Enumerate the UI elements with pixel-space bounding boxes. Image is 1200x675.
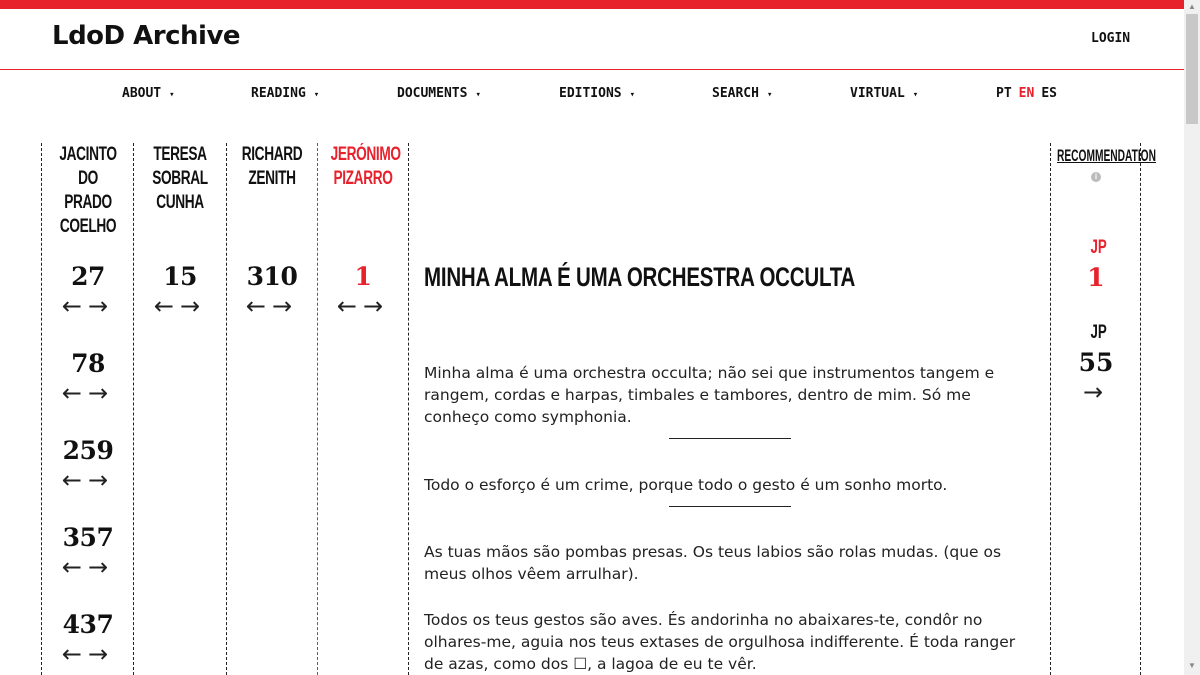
column-divider (317, 143, 318, 675)
arrow-right-icon[interactable]: → (88, 379, 114, 407)
arrow-right-icon[interactable]: → (88, 640, 114, 668)
header-line: RICHARD (241, 144, 303, 165)
fragment-title: MINHA ALMA É UMA ORCHESTRA OCCULTA (424, 262, 856, 292)
nav-editions[interactable]: EDITIONS ▾ (559, 86, 635, 101)
column-divider (133, 143, 134, 675)
nav-about[interactable]: ABOUT ▾ (122, 86, 175, 101)
login-link[interactable]: LOGIN (1091, 31, 1130, 46)
fragment-number[interactable]: 437 (43, 610, 133, 639)
fragment-nav: ←→ (43, 642, 133, 666)
nav-documents-label: DOCUMENTS (397, 86, 468, 101)
arrow-right-icon[interactable]: → (88, 553, 114, 581)
section-separator (669, 438, 791, 439)
fragment-number[interactable]: 27 (43, 262, 133, 291)
caret-down-icon: ▾ (766, 90, 773, 100)
lang-pt[interactable]: PT (996, 86, 1012, 101)
caret-down-icon: ▾ (313, 90, 320, 100)
header-line: JACINTO DO (59, 144, 117, 189)
scroll-down-icon[interactable]: ▼ (1188, 661, 1196, 670)
header-line: COELHO (59, 216, 117, 237)
column-divider (1140, 143, 1141, 675)
caret-down-icon: ▾ (629, 90, 636, 100)
arrow-left-icon[interactable]: ← (154, 292, 180, 320)
fragment-nav: ←→ (43, 381, 133, 405)
fragment-nav: ←→ (43, 294, 133, 318)
scroll-up-icon[interactable]: ▲ (1188, 2, 1196, 11)
recommendation-title[interactable]: RECOMMENDATION (1057, 146, 1156, 166)
fragment-number[interactable]: 78 (43, 349, 133, 378)
recommendation-number[interactable]: 55 (1052, 348, 1140, 377)
arrow-left-icon[interactable]: ← (337, 292, 363, 320)
lang-en[interactable]: EN (1019, 86, 1035, 101)
header-line: ZENITH (248, 168, 296, 189)
recommendation-edition-label: JP (1090, 322, 1107, 343)
fragment-nav: ←→ (227, 294, 317, 318)
nav-documents[interactable]: DOCUMENTS ▾ (397, 86, 481, 101)
edition-header-richard-zenith[interactable]: RICHARD ZENITH (240, 143, 305, 191)
column-divider (408, 143, 409, 675)
arrow-left-icon[interactable]: ← (62, 640, 88, 668)
fragment-nav: ←→ (43, 555, 133, 579)
header-line: TERESA (153, 144, 207, 165)
site-logo[interactable]: LdoD Archive (52, 21, 241, 51)
arrow-left-icon[interactable]: ← (62, 553, 88, 581)
fragment-number[interactable]: 259 (43, 436, 133, 465)
edition-header-teresa-sobral-cunha[interactable]: TERESA SOBRAL CUNHA (148, 143, 213, 215)
arrow-right-icon[interactable]: → (88, 466, 114, 494)
fragment-number[interactable]: 357 (43, 523, 133, 552)
edition-header-jeronimo-pizarro[interactable]: JERÓNIMO PIZARRO (330, 143, 401, 191)
text-paragraph: As tuas mãos são pombas presas. Os teus … (424, 543, 1002, 583)
column-divider (1050, 143, 1051, 675)
lang-es[interactable]: ES (1041, 86, 1057, 101)
caret-down-icon: ▾ (475, 90, 481, 100)
recommendation-number[interactable]: 1 (1052, 263, 1140, 292)
arrow-left-icon[interactable]: ← (246, 292, 272, 320)
nav-about-label: ABOUT (122, 86, 162, 101)
header-line: SOBRAL (152, 168, 208, 189)
recommendation-edition-label: JP (1090, 237, 1107, 258)
scrollbar-thumb[interactable] (1186, 14, 1198, 124)
header-line: CUNHA (156, 192, 204, 213)
top-accent-bar (0, 0, 1184, 9)
fragment-nav: ←→ (318, 294, 408, 318)
fragment-nav: ←→ (135, 294, 225, 318)
text-paragraph: Minha alma é uma orchestra occulta; não … (424, 364, 995, 426)
language-switcher: PT EN ES (996, 86, 1064, 101)
info-icon[interactable]: i (1091, 172, 1101, 182)
nav-editions-label: EDITIONS (559, 86, 622, 101)
section-separator (669, 506, 791, 507)
edition-header-jacinto-do-prado-coelho[interactable]: JACINTO DO PRADO COELHO (56, 143, 121, 239)
nav-search[interactable]: SEARCH ▾ (712, 86, 772, 101)
nav-reading[interactable]: READING ▾ (251, 86, 319, 101)
text-paragraph: Todos os teus gestos são aves. És andori… (424, 611, 1016, 673)
arrow-right-icon[interactable]: → (88, 292, 114, 320)
caret-down-icon: ▾ (169, 90, 175, 100)
nav-virtual-label: VIRTUAL (850, 86, 905, 101)
fragment-number[interactable]: 15 (135, 262, 225, 291)
arrow-right-icon[interactable]: → (272, 292, 298, 320)
nav-search-label: SEARCH (712, 86, 759, 101)
header-line: PRADO (64, 192, 112, 213)
column-divider (226, 143, 227, 675)
nav-virtual[interactable]: VIRTUAL ▾ (850, 86, 918, 101)
header-line: PIZARRO (333, 168, 393, 189)
fragment-number[interactable]: 1 (318, 262, 408, 291)
arrow-left-icon[interactable]: ← (62, 379, 88, 407)
column-divider (41, 143, 42, 675)
fragment-number[interactable]: 310 (227, 262, 317, 291)
arrow-left-icon[interactable]: ← (62, 292, 88, 320)
site-header: LdoD Archive LOGIN (0, 9, 1184, 70)
header-line: JERÓNIMO (330, 144, 401, 165)
fragment-nav: ←→ (43, 468, 133, 492)
arrow-right-icon[interactable]: → (1052, 380, 1140, 404)
caret-down-icon: ▾ (912, 90, 919, 100)
text-paragraph: Todo o esforço é um crime, porque todo o… (424, 476, 948, 494)
arrow-right-icon[interactable]: → (180, 292, 206, 320)
nav-reading-label: READING (251, 86, 306, 101)
arrow-left-icon[interactable]: ← (62, 466, 88, 494)
arrow-right-icon[interactable]: → (363, 292, 389, 320)
